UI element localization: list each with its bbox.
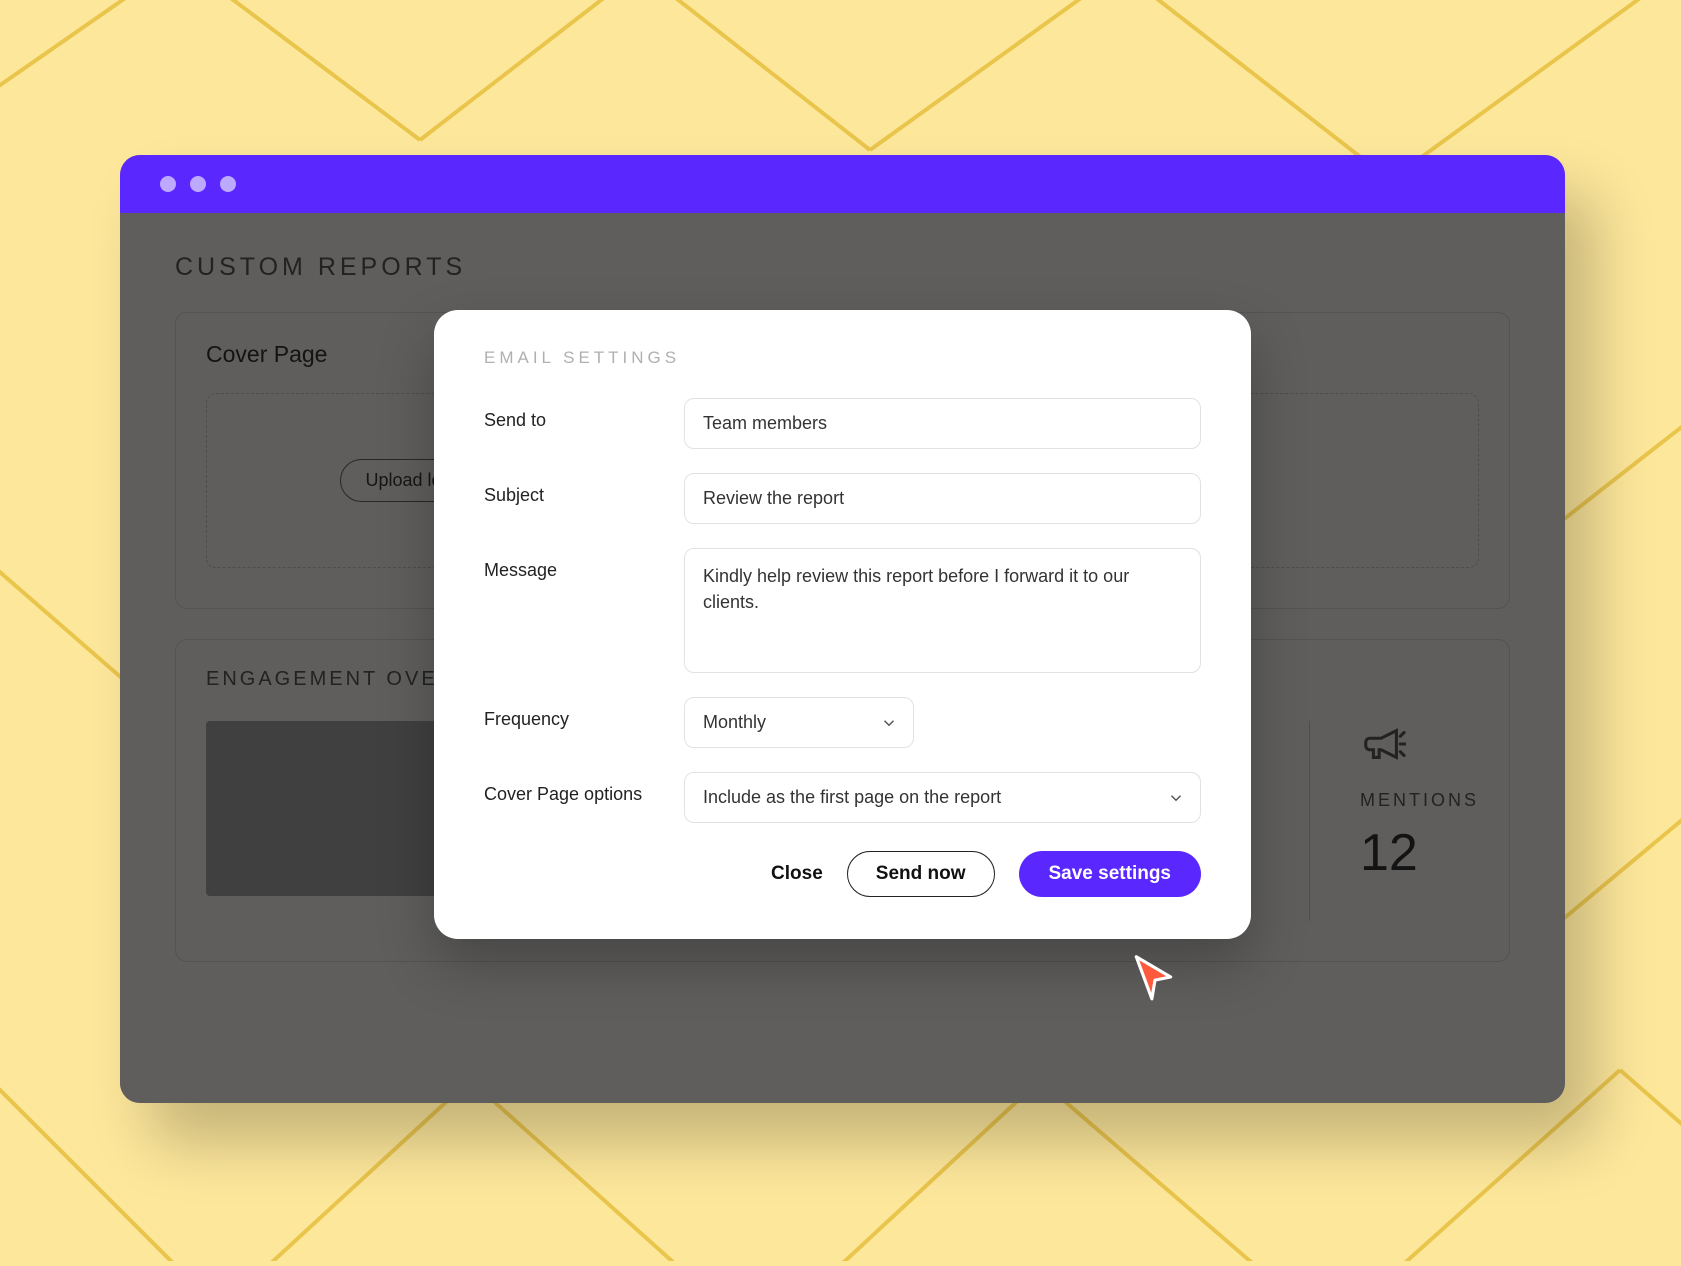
cover-page-options-select[interactable]: Include as the first page on the report — [684, 772, 1201, 823]
close-button[interactable]: Close — [771, 863, 823, 885]
send-now-button[interactable]: Send now — [847, 851, 995, 897]
mentions-stat: MENTIONS 12 — [1309, 721, 1479, 921]
frequency-label: Frequency — [484, 697, 684, 730]
email-settings-modal: EMAIL SETTINGS Send to Subject Message K… — [434, 310, 1251, 939]
message-textarea[interactable]: Kindly help review this report before I … — [684, 548, 1201, 673]
page-title: CUSTOM REPORTS — [175, 253, 1565, 282]
chart-placeholder — [206, 721, 451, 896]
subject-input[interactable] — [684, 473, 1201, 524]
message-label: Message — [484, 548, 684, 581]
mentions-count: 12 — [1360, 823, 1479, 883]
save-settings-button[interactable]: Save settings — [1019, 851, 1202, 897]
subject-label: Subject — [484, 473, 684, 506]
window-dot — [160, 176, 176, 192]
send-to-input[interactable] — [684, 398, 1201, 449]
window-dot — [220, 176, 236, 192]
modal-title: EMAIL SETTINGS — [484, 348, 1201, 368]
window-dot — [190, 176, 206, 192]
frequency-select[interactable]: Monthly — [684, 697, 914, 748]
mentions-label: MENTIONS — [1360, 790, 1479, 811]
megaphone-icon — [1360, 721, 1406, 767]
window-titlebar — [120, 155, 1565, 213]
send-to-label: Send to — [484, 398, 684, 431]
cover-page-options-label: Cover Page options — [484, 772, 684, 805]
